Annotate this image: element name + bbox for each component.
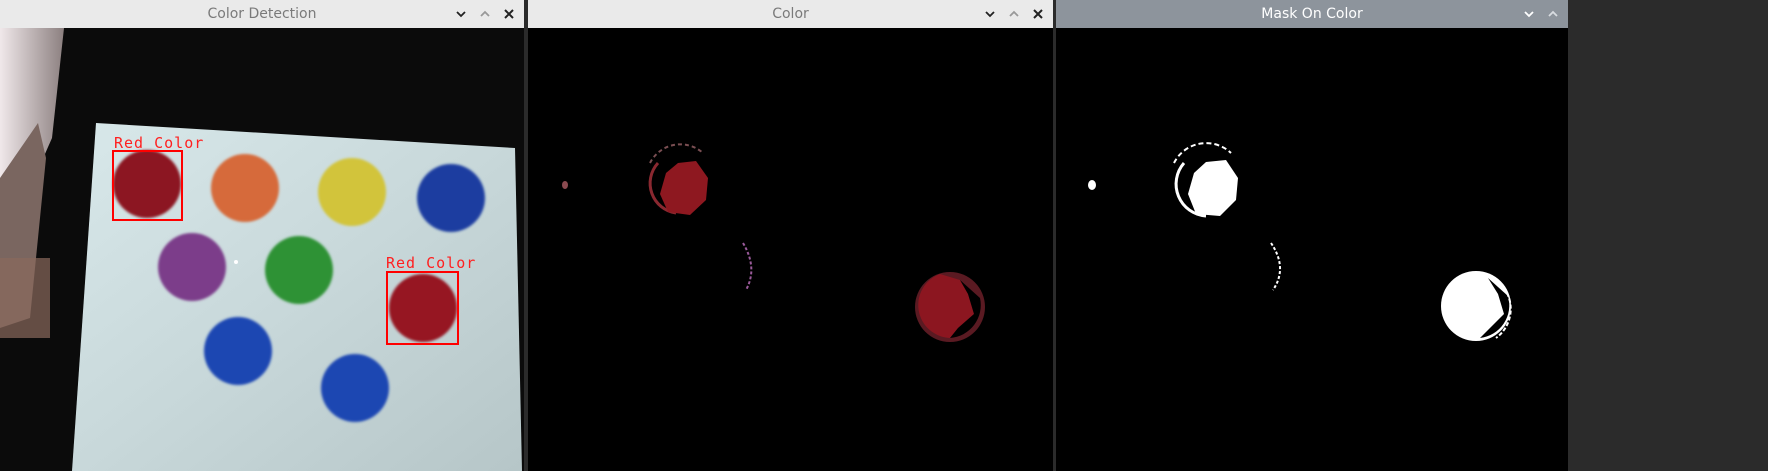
- window-mask-on-color: Mask On Color: [1056, 0, 1568, 471]
- chevron-up-icon[interactable]: [1007, 7, 1021, 21]
- window-color: Color: [528, 0, 1053, 471]
- titlebar[interactable]: Mask On Color: [1056, 0, 1568, 28]
- window-title: Color Detection: [207, 6, 317, 22]
- chevron-down-icon[interactable]: [983, 7, 997, 21]
- close-icon[interactable]: [1031, 7, 1045, 21]
- window-controls: [454, 0, 516, 28]
- titlebar[interactable]: Color: [528, 0, 1053, 29]
- red-dot: [113, 150, 181, 218]
- window-controls: [1522, 0, 1560, 28]
- mask-view: [1056, 28, 1568, 471]
- camera-image: [0, 28, 524, 471]
- detection-label: Red Color: [114, 134, 205, 152]
- window-color-detection: Color Detection Red Color Red Color: [0, 0, 524, 471]
- blue-dot: [204, 317, 272, 385]
- chevron-down-icon[interactable]: [1522, 7, 1536, 21]
- titlebar[interactable]: Color Detection: [0, 0, 524, 29]
- window-title: Mask On Color: [1261, 6, 1363, 22]
- green-dot: [265, 236, 333, 304]
- blue-dot: [417, 164, 485, 232]
- orange-dot: [211, 154, 279, 222]
- chevron-down-icon[interactable]: [454, 7, 468, 21]
- color-result-view: [528, 28, 1053, 471]
- camera-feed: Red Color Red Color: [0, 28, 524, 471]
- chevron-up-icon[interactable]: [1546, 7, 1560, 21]
- blue-dot: [321, 354, 389, 422]
- yellow-dot: [318, 158, 386, 226]
- window-controls: [983, 0, 1045, 28]
- close-icon[interactable]: [502, 7, 516, 21]
- mask-image: [1056, 28, 1568, 471]
- window-title: Color: [772, 6, 809, 22]
- chevron-up-icon[interactable]: [478, 7, 492, 21]
- red-dot: [389, 274, 457, 342]
- color-result-image: [528, 28, 1053, 471]
- detection-label: Red Color: [386, 254, 477, 272]
- purple-dot: [158, 233, 226, 301]
